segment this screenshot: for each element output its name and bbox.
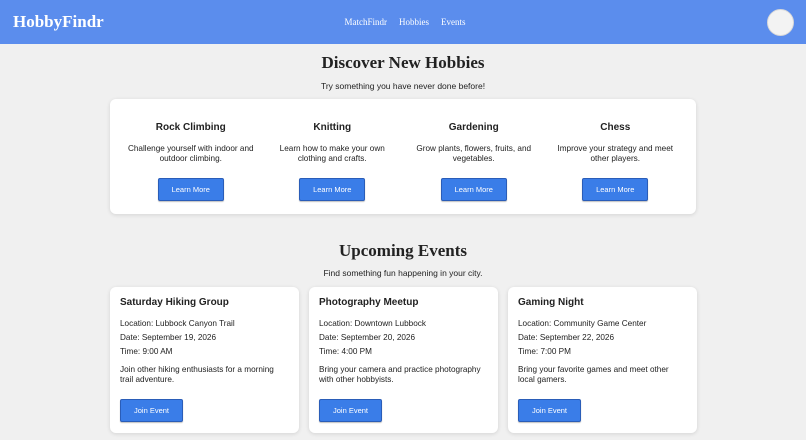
event-location: Location: Lubbock Canyon Trail [120, 319, 235, 328]
event-date: Date: September 19, 2026 [120, 333, 217, 342]
events-subtitle: Find something fun happening in your cit… [323, 268, 483, 278]
nav-link-events[interactable]: Events [441, 17, 466, 27]
hobby-description: Grow plants, flowers, fruits, and vegeta… [416, 144, 532, 163]
hobby-name: Knitting [313, 122, 352, 133]
learn-more-button[interactable]: Learn More [299, 178, 366, 201]
brand-logo[interactable]: HobbyFindr [13, 12, 104, 32]
event-date: Date: September 22, 2026 [518, 333, 615, 342]
event-description: Bring your favorite games and meet other… [518, 365, 669, 384]
event-date: Date: September 20, 2026 [319, 333, 416, 342]
hobby-card: Rock Climbing Challenge yourself with in… [123, 99, 258, 214]
discover-title: Discover New Hobbies [321, 53, 485, 72]
event-time: Time: 4:00 PM [319, 347, 372, 356]
learn-more-button[interactable]: Learn More [582, 178, 649, 201]
event-location: Location: Community Game Center [518, 319, 647, 328]
event-card: Photography Meetup Location: Downtown Lu… [309, 287, 498, 433]
hobby-name: Chess [600, 122, 631, 133]
event-time: Time: 7:00 PM [518, 347, 571, 356]
events-title: Upcoming Events [339, 241, 467, 260]
event-card: Gaming Night Location: Community Game Ce… [508, 287, 697, 433]
profile-avatar[interactable] [767, 8, 794, 36]
join-event-button[interactable]: Join Event [319, 399, 382, 422]
hobby-card: Gardening Grow plants, flowers, fruits, … [406, 99, 541, 214]
nav-link-hobbies[interactable]: Hobbies [399, 17, 429, 27]
join-event-button[interactable]: Join Event [120, 399, 183, 422]
navbar: HobbyFindr MatchFindr Hobbies Events [0, 0, 806, 44]
event-card: Saturday Hiking Group Location: Lubbock … [110, 287, 299, 433]
event-time: Time: 9:00 AM [120, 347, 173, 356]
event-name: Gaming Night [518, 297, 584, 308]
hobby-card: Chess Improve your strategy and meet oth… [548, 99, 683, 214]
event-description: Join other hiking enthusiasts for a morn… [120, 365, 274, 384]
learn-more-button[interactable]: Learn More [157, 178, 224, 201]
hobby-description: Learn how to make your own clothing and … [279, 144, 385, 163]
nav-links: MatchFindr Hobbies Events [0, 0, 806, 44]
event-name: Saturday Hiking Group [120, 297, 229, 308]
hobby-panel: Rock Climbing Challenge yourself with in… [110, 99, 696, 214]
discover-subtitle: Try something you have never done before… [320, 81, 486, 91]
learn-more-button[interactable]: Learn More [440, 178, 507, 201]
hobby-name: Gardening [448, 122, 499, 133]
nav-link-matchfindr[interactable]: MatchFindr [345, 17, 388, 27]
event-name: Photography Meetup [319, 297, 419, 308]
event-location: Location: Downtown Lubbock [319, 319, 426, 328]
hobby-description: Challenge yourself with indoor and outdo… [127, 144, 254, 163]
join-event-button[interactable]: Join Event [518, 399, 581, 422]
hobby-name: Rock Climbing [155, 122, 226, 133]
event-description: Bring your camera and practice photograp… [319, 365, 481, 384]
hobby-card: Knitting Learn how to make your own clot… [265, 99, 400, 214]
hobby-description: Improve your strategy and meet other pla… [557, 144, 674, 163]
